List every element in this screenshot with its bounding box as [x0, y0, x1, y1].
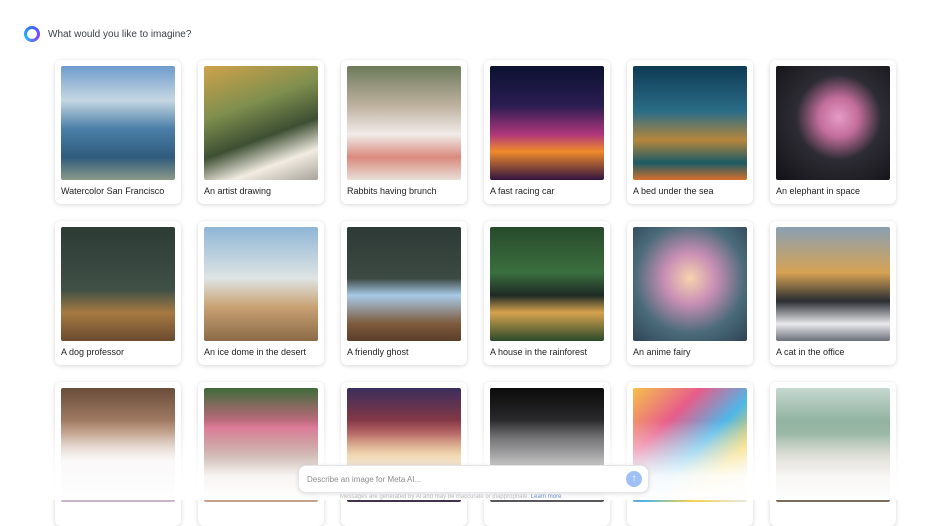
image-card[interactable]: Rabbits having brunch	[341, 60, 467, 204]
image-card[interactable]: A fast racing car	[484, 60, 610, 204]
meta-ai-logo-icon	[24, 26, 40, 42]
disclaimer-footer: Messages are generated by AI and may be …	[340, 494, 620, 502]
send-arrow-up-icon[interactable]: ↑	[626, 471, 642, 487]
image-caption: An artist drawing	[204, 186, 272, 196]
image-thumbnail	[204, 227, 318, 341]
image-thumbnail	[61, 66, 175, 180]
learn-more-link[interactable]: Learn more	[531, 494, 562, 500]
image-caption: A dog professor	[61, 347, 125, 357]
image-thumbnail	[776, 66, 890, 180]
image-card[interactable]: An ice dome in the desert	[198, 221, 324, 365]
image-card[interactable]: A house in the rainforest	[484, 221, 610, 365]
prompt-input[interactable]	[307, 473, 607, 486]
image-card[interactable]: An elephant in space	[770, 60, 896, 204]
image-thumbnail	[633, 227, 747, 341]
prompt-input-bar: ↑	[298, 465, 649, 493]
image-thumbnail	[776, 227, 890, 341]
image-caption: A house in the rainforest	[490, 347, 588, 357]
image-caption: An anime fairy	[633, 347, 691, 357]
image-caption: A bed under the sea	[633, 186, 714, 196]
disclaimer-text: Messages are generated by AI and may be …	[340, 494, 530, 500]
image-caption: A friendly ghost	[347, 347, 409, 357]
image-thumbnail	[347, 66, 461, 180]
image-thumbnail	[633, 66, 747, 180]
image-card[interactable]: A bed under the sea	[627, 60, 753, 204]
image-caption: Watercolor San Francisco	[61, 186, 165, 196]
image-card[interactable]: An anime fairy	[627, 221, 753, 365]
image-card[interactable]: An artist drawing	[198, 60, 324, 204]
image-caption: An elephant in space	[776, 186, 861, 196]
image-card[interactable]: A cat in the office	[770, 221, 896, 365]
header: What would you like to imagine?	[24, 24, 191, 44]
image-caption: Rabbits having brunch	[347, 186, 437, 196]
image-card[interactable]: Watercolor San Francisco	[55, 60, 181, 204]
image-thumbnail	[204, 66, 318, 180]
image-thumbnail	[61, 227, 175, 341]
image-thumbnail	[490, 227, 604, 341]
image-caption: An ice dome in the desert	[204, 347, 307, 357]
image-card[interactable]: A friendly ghost	[341, 221, 467, 365]
image-caption: A fast racing car	[490, 186, 555, 196]
image-thumbnail	[490, 66, 604, 180]
image-card[interactable]: A dog professor	[55, 221, 181, 365]
image-thumbnail	[347, 227, 461, 341]
image-caption: A cat in the office	[776, 347, 845, 357]
page-prompt: What would you like to imagine?	[48, 28, 192, 40]
